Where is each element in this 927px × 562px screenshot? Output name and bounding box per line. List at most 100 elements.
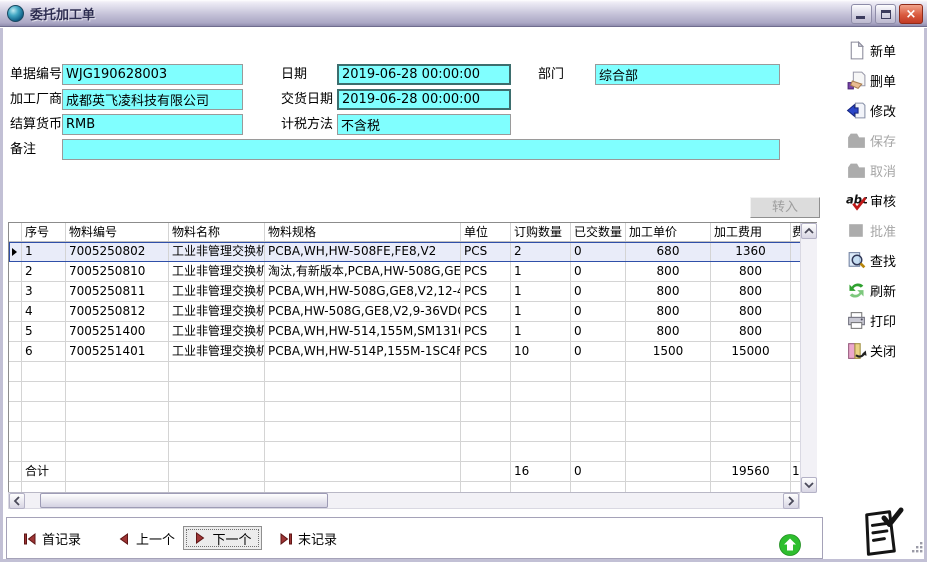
save-button: 保存: [846, 128, 922, 152]
horizontal-scrollbar[interactable]: [8, 492, 800, 509]
cell-item-spec: PCBA,WH,HW-514P,155M-1SC4FE: [265, 342, 461, 361]
minimize-button[interactable]: [851, 4, 872, 24]
cell-unit-price: 800: [626, 262, 711, 281]
resize-grip[interactable]: [910, 538, 923, 557]
refresh-button[interactable]: 刷新: [846, 278, 922, 302]
cell-order-qty: 1: [511, 302, 571, 321]
cell-seq: 5: [22, 322, 66, 341]
cell-item-no: 7005250810: [66, 262, 169, 281]
total-delivered: 0: [571, 462, 626, 481]
doc-no-label: 单据编号: [10, 64, 62, 85]
checklist-doc-icon: [853, 505, 909, 562]
table-row[interactable]: 5 7005251400 工业非管理交换机 PCBA,WH,HW-514,155…: [9, 322, 801, 342]
table-row[interactable]: 2 7005250810 工业非管理交换机 淘汰,有新版本,PCBA,HW-50…: [9, 262, 801, 282]
col-header-seq: 序号: [22, 223, 66, 241]
date-label: 日期: [281, 64, 307, 85]
cell-item-name: 工业非管理交换机: [169, 282, 265, 301]
last-record-button[interactable]: 末记录: [279, 529, 337, 548]
row-indicator: [9, 462, 22, 481]
scroll-down-button[interactable]: [801, 477, 817, 493]
cell-order-qty: 1: [511, 322, 571, 341]
cell-process-fee: 800: [711, 302, 791, 321]
delivery-date-field[interactable]: [337, 89, 511, 110]
cell-unit: PCS: [461, 282, 511, 301]
vertical-scrollbar[interactable]: [800, 223, 817, 493]
close-form-button[interactable]: 关闭: [846, 338, 922, 362]
audit-icon: abc: [846, 190, 867, 211]
scroll-left-button[interactable]: [9, 493, 25, 509]
date-field[interactable]: [337, 64, 511, 85]
delivery-date-label: 交货日期: [281, 89, 333, 110]
col-header-order-qty: 订购数量: [511, 223, 571, 241]
chevron-left-icon: [12, 495, 22, 507]
approve-icon: [846, 220, 867, 241]
status-badge: [779, 534, 801, 560]
cell-unit-price: 800: [626, 282, 711, 301]
scroll-up-button[interactable]: [801, 223, 817, 239]
cell-item-no: 7005250811: [66, 282, 169, 301]
first-record-button[interactable]: 首记录: [23, 529, 81, 548]
cell-unit: PCS: [461, 262, 511, 281]
find-button[interactable]: 查找: [846, 248, 922, 272]
cell-seq: 2: [22, 262, 66, 281]
close-icon: ×: [900, 6, 922, 23]
table-row[interactable]: 3 7005250811 工业非管理交换机 PCBA,WH,HW-508G,GE…: [9, 282, 801, 302]
cell-delivered: 0: [571, 322, 626, 341]
prev-record-button[interactable]: 上一个: [117, 529, 175, 548]
doc-no-field[interactable]: [62, 64, 243, 85]
cell-delivered: 0: [571, 302, 626, 321]
focus-rect: [186, 529, 259, 547]
close-button[interactable]: ×: [899, 4, 923, 24]
total-empty-cell: [169, 462, 265, 481]
delete-doc-button[interactable]: 删单: [846, 68, 922, 92]
next-record-button[interactable]: 下一个: [183, 526, 262, 550]
new-doc-button[interactable]: 新单: [846, 38, 922, 62]
cancel-icon: [846, 160, 867, 181]
currency-field[interactable]: [62, 114, 243, 135]
modify-button[interactable]: 修改: [846, 98, 922, 122]
total-order-qty: 16: [511, 462, 571, 481]
manufacturer-field[interactable]: [62, 89, 243, 110]
modify-icon: [846, 100, 867, 121]
last-record-icon: [279, 532, 293, 546]
sidebar-label: 刷新: [870, 281, 896, 300]
table-row[interactable]: 1 7005250802 工业非管理交换机 PCBA,WH,HW-508FE,F…: [9, 242, 801, 262]
record-nav-panel: 首记录 上一个 下一个 末记录: [6, 517, 823, 559]
cell-item-no: 7005251401: [66, 342, 169, 361]
cell-unit-price: 800: [626, 322, 711, 341]
sidebar-label: 新单: [870, 41, 896, 60]
scrollbar-thumb[interactable]: [40, 493, 328, 508]
cell-unit-price: 1500: [626, 342, 711, 361]
sidebar-label: 关闭: [870, 341, 896, 360]
manufacturer-label: 加工厂商: [10, 89, 62, 110]
last-record-label: 末记录: [298, 529, 337, 548]
maximize-button[interactable]: [875, 4, 896, 24]
app-window: 委托加工单 × 单据编号 加工厂商 结算货币 备注 日期 交货日期 计税方法 部…: [0, 0, 927, 562]
print-icon: [846, 310, 867, 331]
scroll-right-button[interactable]: [783, 493, 799, 509]
cell-item-no: 7005250812: [66, 302, 169, 321]
sidebar-label: 查找: [870, 251, 896, 270]
table-row[interactable]: 4 7005250812 工业非管理交换机 PCBA,HW-508G,GE8,V…: [9, 302, 801, 322]
cell-unit-price: 800: [626, 302, 711, 321]
total-empty-cell: [66, 462, 169, 481]
empty-grid-rows: [9, 362, 801, 462]
total-empty-cell: [461, 462, 511, 481]
total-label: 合计: [22, 462, 66, 481]
cell-delivered: 0: [571, 242, 626, 261]
remark-field[interactable]: [62, 139, 780, 160]
cell-delivered: 0: [571, 282, 626, 301]
print-button[interactable]: 打印: [846, 308, 922, 332]
cell-item-spec: PCBA,WH,HW-508FE,FE8,V2: [265, 242, 461, 261]
audit-button[interactable]: abc 审核: [846, 188, 922, 212]
sidebar-label: 保存: [870, 131, 896, 150]
cell-process-fee: 800: [711, 322, 791, 341]
find-icon: [846, 250, 867, 271]
approve-button: 批准: [846, 218, 922, 242]
cell-seq: 1: [22, 242, 66, 261]
department-field[interactable]: [595, 64, 780, 85]
table-row[interactable]: 6 7005251401 工业非管理交换机 PCBA,WH,HW-514P,15…: [9, 342, 801, 362]
cell-process-fee: 1360: [711, 242, 791, 261]
tax-method-field[interactable]: [337, 114, 511, 135]
prev-record-icon: [117, 532, 131, 546]
